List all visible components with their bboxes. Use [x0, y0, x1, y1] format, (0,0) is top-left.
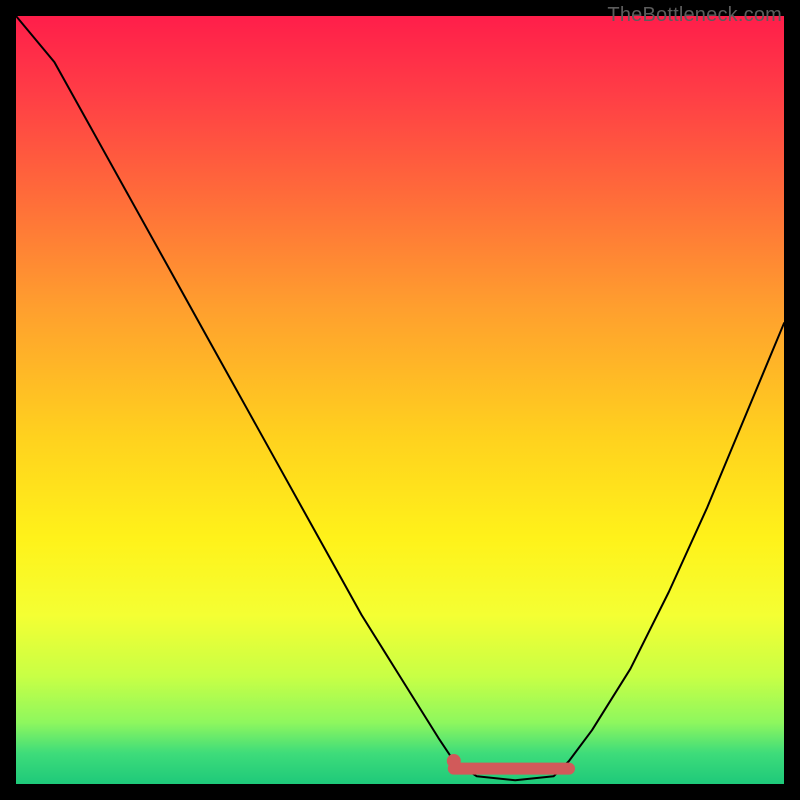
chart-plot-area: [16, 16, 784, 784]
watermark-text: TheBottleneck.com: [607, 4, 782, 27]
bottleneck-curve: [16, 16, 784, 784]
